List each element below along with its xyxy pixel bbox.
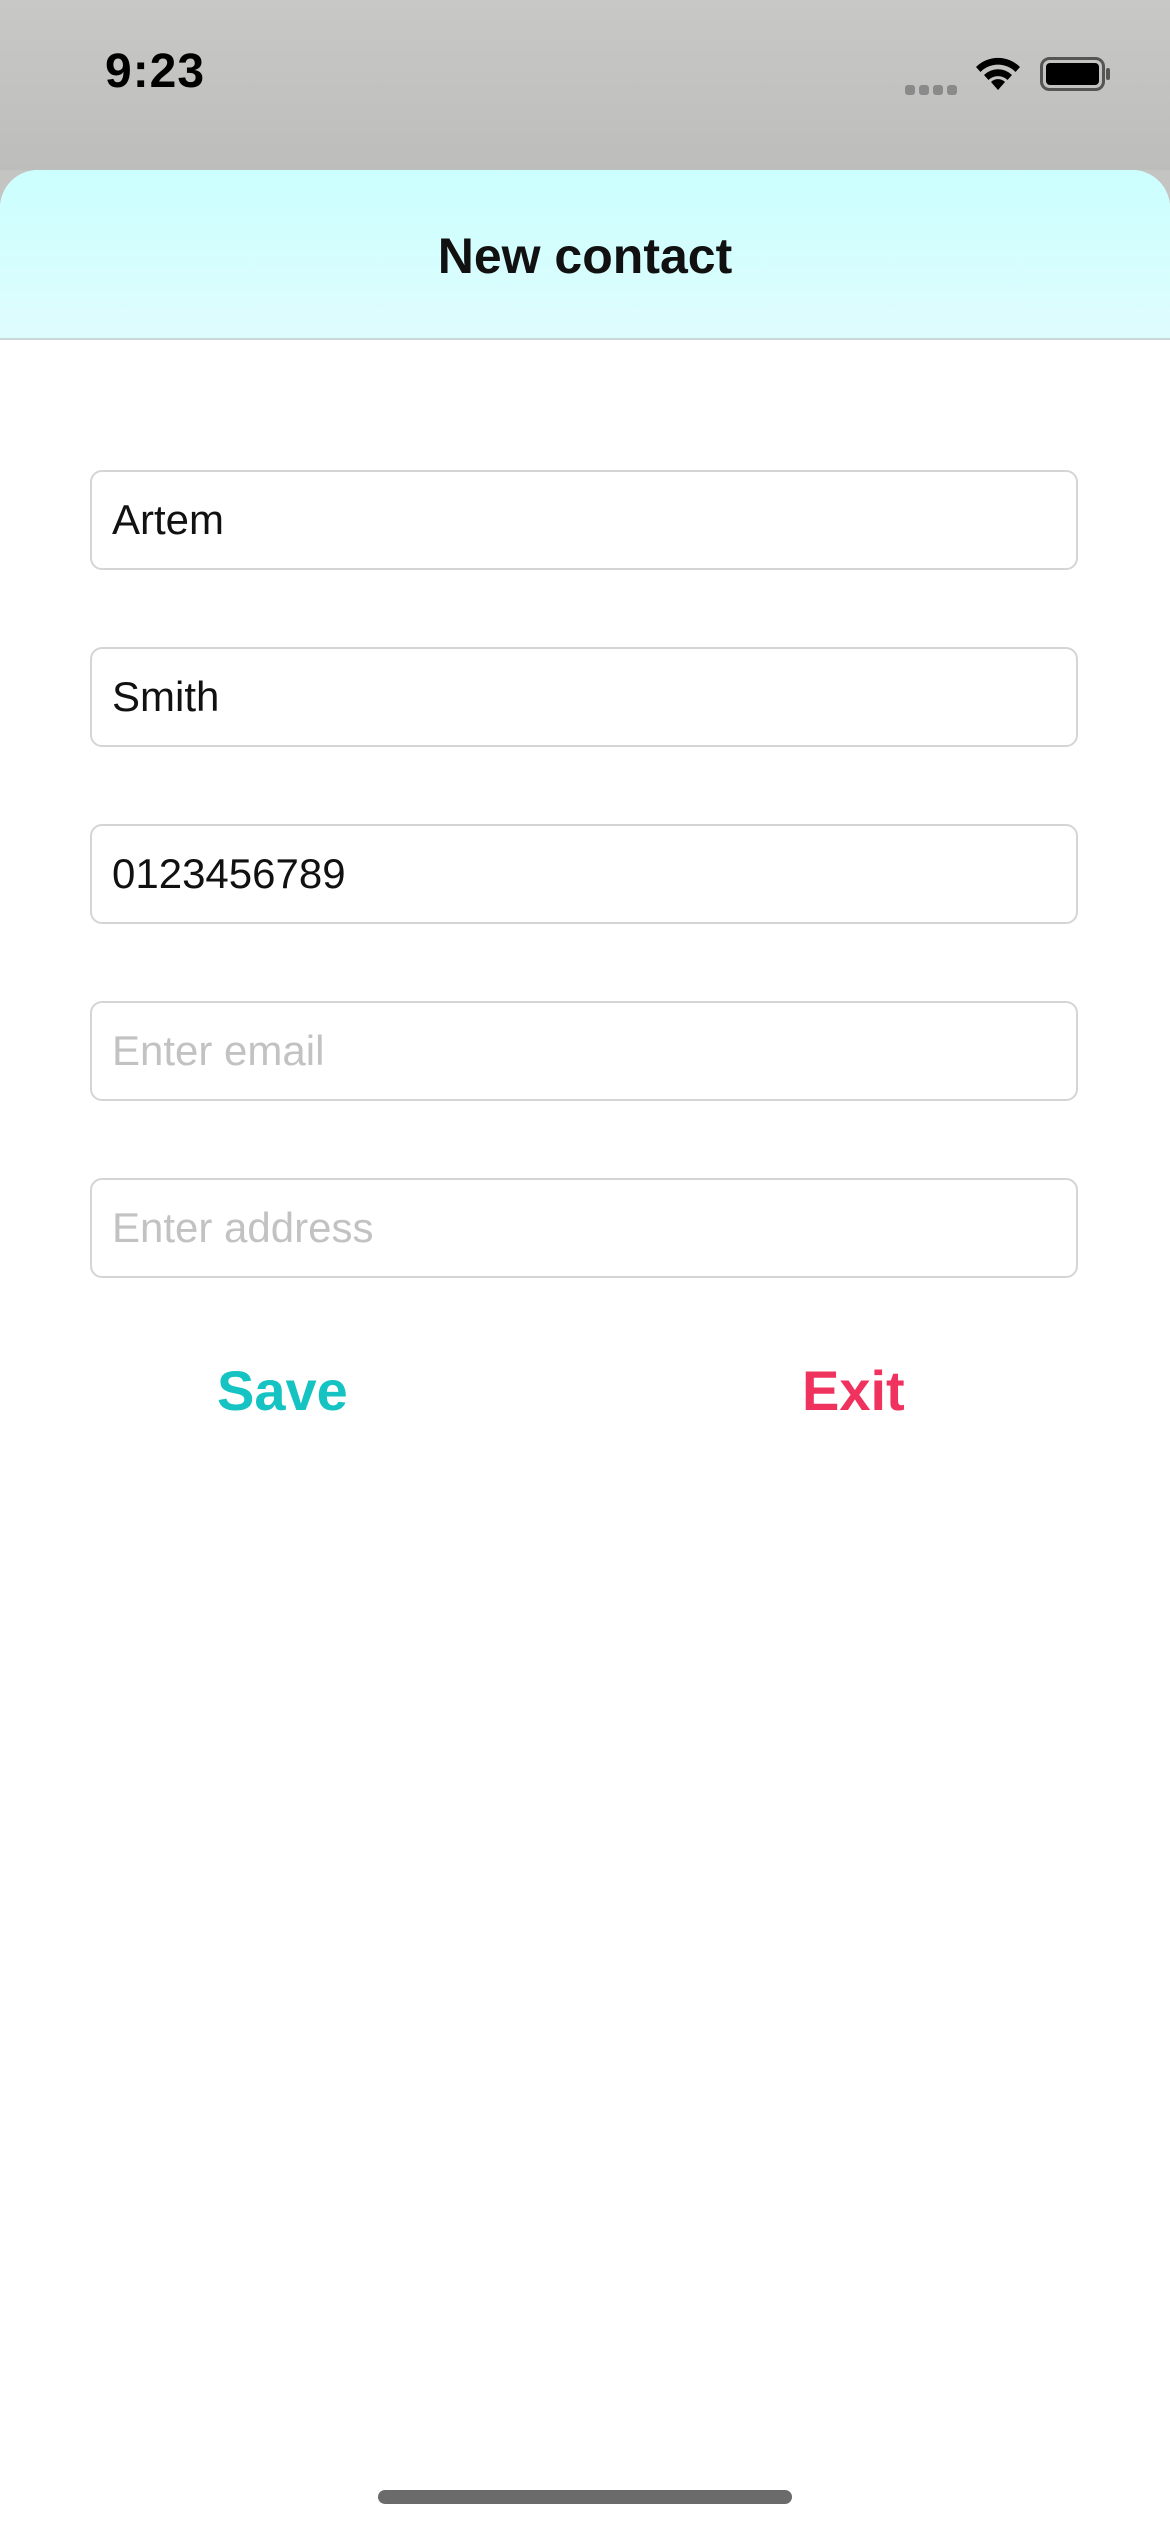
first-name-field[interactable] [90, 470, 1078, 570]
new-contact-sheet: New contact [0, 170, 1170, 2532]
phone-field[interactable] [90, 824, 1078, 924]
battery-icon [1040, 57, 1110, 91]
address-field[interactable] [90, 1178, 1078, 1278]
save-button[interactable]: Save [217, 1358, 348, 1423]
home-indicator[interactable] [378, 2490, 792, 2504]
exit-button[interactable]: Exit [802, 1358, 905, 1423]
status-bar: 9:23 [0, 0, 1170, 170]
status-time: 9:23 [105, 45, 206, 98]
page-title: New contact [437, 228, 733, 284]
email-field[interactable] [90, 1001, 1078, 1101]
wifi-icon [976, 57, 1020, 90]
sheet-header: New contact [0, 170, 1170, 340]
cellular-signal-icon [905, 82, 961, 95]
last-name-field[interactable] [90, 647, 1078, 747]
